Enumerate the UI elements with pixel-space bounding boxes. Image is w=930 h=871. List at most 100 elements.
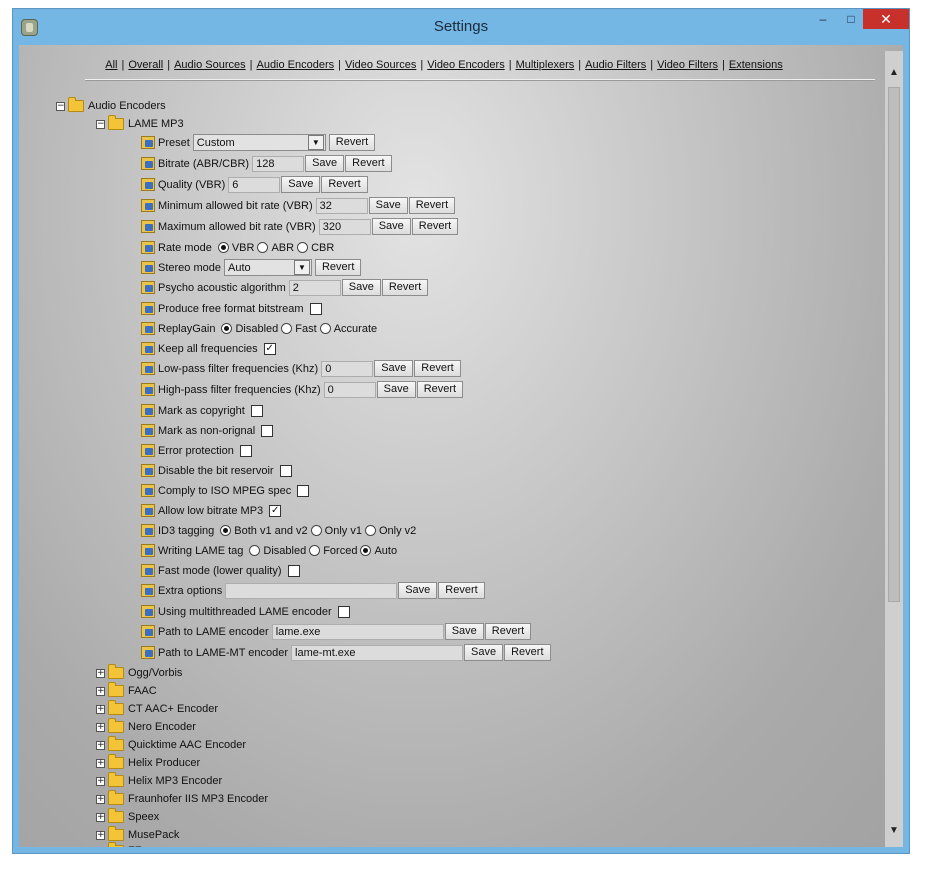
nav-link-overall[interactable]: Overall [128,59,163,71]
tree-node-ff[interactable]: + FF [96,842,141,847]
tree-node-ct-aac[interactable]: + CT AAC+ Encoder [96,700,218,718]
tree-node-speex[interactable]: + Speex [96,808,159,826]
expand-toggle-icon[interactable]: + [96,722,105,732]
nav-link-audio-encoders[interactable]: Audio Encoders [256,59,334,71]
revert-button[interactable]: Revert [381,279,429,296]
vertical-scrollbar[interactable]: ▲ ▼ [885,51,903,847]
save-button[interactable]: Save [368,197,408,214]
nav-link-all[interactable]: All [105,59,117,71]
lamemt-path-input[interactable]: lame-mt.exe [291,644,464,661]
radio-accurate[interactable] [319,323,331,334]
save-button[interactable]: Save [341,279,381,296]
radio-cbr[interactable] [297,242,309,253]
collapse-toggle-icon[interactable]: − [96,119,105,129]
lame-path-input[interactable]: lame.exe [271,623,444,640]
save-button[interactable]: Save [371,218,411,235]
collapse-toggle-icon[interactable]: − [56,101,65,111]
radio-disabled[interactable] [221,323,233,334]
nav-link-video-sources[interactable]: Video Sources [345,59,416,71]
radio-only-v2[interactable] [364,525,376,536]
nav-link-video-encoders[interactable]: Video Encoders [427,59,504,71]
expand-toggle-icon[interactable]: + [96,686,105,696]
expand-toggle-icon[interactable]: + [96,812,105,822]
low-bitrate-checkbox[interactable]: ✓ [269,504,282,517]
nav-link-multiplexers[interactable]: Multiplexers [516,59,575,71]
radio-abr[interactable] [257,242,269,253]
non-original-checkbox[interactable] [261,424,274,437]
copyright-checkbox[interactable] [250,404,263,417]
tree-node-quicktime-aac[interactable]: + Quicktime AAC Encoder [96,736,246,754]
radio-forced[interactable] [309,545,321,556]
highpass-input[interactable]: 0 [323,381,376,398]
maximize-button[interactable]: □ [837,9,865,29]
psycho-input[interactable]: 2 [288,279,341,296]
error-protection-checkbox[interactable] [239,444,252,457]
expand-toggle-icon[interactable]: + [96,758,105,768]
fast-mode-checkbox[interactable] [287,564,300,577]
revert-button[interactable]: Revert [504,644,551,661]
save-button[interactable]: Save [444,623,484,640]
revert-button[interactable]: Revert [416,381,464,398]
tree-node-helix-producer[interactable]: + Helix Producer [96,754,200,772]
minimize-button[interactable]: – [809,9,837,29]
revert-button[interactable]: Revert [408,197,456,214]
option-icon [141,199,155,212]
save-button[interactable]: Save [281,176,321,193]
bitrate-input[interactable]: 128 [252,155,305,172]
expand-toggle-icon[interactable]: + [96,830,105,840]
tree-node-ogg-vorbis[interactable]: + Ogg/Vorbis [96,664,182,682]
min-bitrate-input[interactable]: 32 [315,197,368,214]
revert-button[interactable]: Revert [414,360,461,377]
radio-only-v1[interactable] [310,525,322,536]
nav-link-video-filters[interactable]: Video Filters [657,59,718,71]
revert-button[interactable]: Revert [484,623,532,640]
iso-spec-checkbox[interactable] [297,484,310,497]
tree-node-faac[interactable]: + FAAC [96,682,157,700]
nav-link-audio-sources[interactable]: Audio Sources [174,59,246,71]
multithreaded-checkbox[interactable] [337,605,350,618]
tree-node-helix-mp3[interactable]: + Helix MP3 Encoder [96,772,222,790]
save-button[interactable]: Save [464,644,504,661]
quality-input[interactable]: 6 [228,176,281,193]
nav-link-extensions[interactable]: Extensions [729,59,783,71]
revert-button[interactable]: Revert [438,582,485,599]
tree-node-lame-mp3[interactable]: − LAME MP3 [96,115,184,133]
expand-toggle-icon[interactable]: + [96,846,105,847]
scroll-down-icon[interactable]: ▼ [885,821,903,841]
radio-vbr[interactable] [217,242,229,253]
max-bitrate-input[interactable]: 320 [318,218,371,235]
expand-toggle-icon[interactable]: + [96,704,105,714]
expand-toggle-icon[interactable]: + [96,668,105,678]
tree-node-audio-encoders[interactable]: − Audio Encoders [56,97,166,115]
revert-button[interactable]: Revert [328,134,376,151]
scrollbar-thumb[interactable] [888,87,900,602]
expand-toggle-icon[interactable]: + [96,776,105,786]
radio-auto[interactable] [360,545,372,556]
save-button[interactable]: Save [305,155,345,172]
tree-node-fraunhofer[interactable]: + Fraunhofer IIS MP3 Encoder [96,790,268,808]
free-format-checkbox[interactable] [309,302,322,315]
keep-frequencies-checkbox[interactable]: ✓ [263,342,276,355]
save-button[interactable]: Save [376,381,416,398]
lowpass-input[interactable]: 0 [321,360,374,377]
save-button[interactable]: Save [398,582,438,599]
extra-options-input[interactable] [225,582,398,599]
revert-button[interactable]: Revert [321,176,368,193]
radio-both[interactable] [220,525,232,536]
expand-toggle-icon[interactable]: + [96,794,105,804]
revert-button[interactable]: Revert [411,218,459,235]
close-button[interactable]: ✕ [863,9,909,29]
scroll-up-icon[interactable]: ▲ [885,63,903,83]
tree-node-nero[interactable]: + Nero Encoder [96,718,196,736]
revert-button[interactable]: Revert [345,155,392,172]
save-button[interactable]: Save [374,360,414,377]
nav-link-audio-filters[interactable]: Audio Filters [585,59,646,71]
radio-disabled[interactable] [249,545,261,556]
title-bar[interactable]: Settings – □ ✕ [13,9,909,45]
preset-select[interactable]: Custom ▼ [192,134,326,151]
expand-toggle-icon[interactable]: + [96,740,105,750]
stereo-mode-select[interactable]: Auto ▼ [223,259,312,276]
disable-reservoir-checkbox[interactable] [279,464,292,477]
revert-button[interactable]: Revert [314,259,362,276]
radio-fast[interactable] [281,323,293,334]
